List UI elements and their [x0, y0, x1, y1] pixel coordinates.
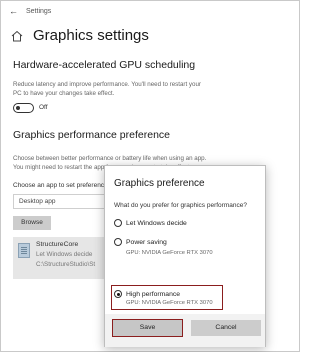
gpu-scheduling-description-line-1: Reduce latency and improve performance. … [13, 81, 201, 88]
dialog-title: Graphics preference [114, 178, 205, 189]
browse-button[interactable]: Browse [13, 216, 51, 230]
toggle-state-label: Off [39, 104, 48, 111]
app-file-icon [18, 243, 30, 258]
title-bar: ← Settings [9, 5, 51, 17]
radio-let-windows-decide[interactable]: Let Windows decide [114, 219, 187, 227]
page-title: Graphics settings [33, 27, 149, 44]
high-performance-gpu: GPU: NVIDIA GeForce RTX 3070 [126, 300, 213, 306]
radio-high-performance[interactable]: High performance [114, 290, 180, 298]
page-header: Graphics settings [11, 27, 149, 44]
app-name: StructureCore [36, 241, 79, 248]
app-preference: Let Windows decide [36, 251, 93, 258]
performance-preference-title: Graphics performance preference [13, 129, 170, 141]
choose-app-label: Choose an app to set preference [13, 182, 108, 189]
performance-description-line-1: Choose between better performance or bat… [13, 155, 207, 162]
gpu-scheduling-toggle[interactable] [13, 103, 34, 113]
settings-window: ← Settings Graphics settings Hardware-ac… [0, 0, 300, 352]
radio-label: Let Windows decide [126, 219, 187, 227]
back-arrow-icon[interactable]: ← [9, 6, 18, 16]
home-icon [11, 30, 23, 41]
dialog-question: What do you prefer for graphics performa… [114, 202, 247, 209]
gpu-scheduling-title: Hardware-accelerated GPU scheduling [13, 59, 196, 71]
radio-label: Power saving [126, 238, 167, 246]
power-saving-gpu: GPU: NVIDIA GeForce RTX 3070 [126, 250, 213, 256]
radio-label: High performance [126, 290, 181, 298]
radio-power-saving[interactable]: Power saving [114, 238, 167, 246]
radio-circle-checked[interactable] [114, 290, 122, 298]
gpu-scheduling-description-line-2: PC to have your changes take effect. [13, 90, 115, 97]
window-title: Settings [26, 7, 52, 15]
save-button[interactable]: Save [112, 319, 183, 337]
radio-circle[interactable] [114, 238, 122, 246]
radio-circle[interactable] [114, 219, 122, 227]
graphics-preference-dialog: Graphics preference What do you prefer f… [104, 165, 266, 347]
cancel-button[interactable]: Cancel [191, 320, 261, 336]
gpu-scheduling-description: Reduce latency and improve performance. … [13, 80, 243, 98]
